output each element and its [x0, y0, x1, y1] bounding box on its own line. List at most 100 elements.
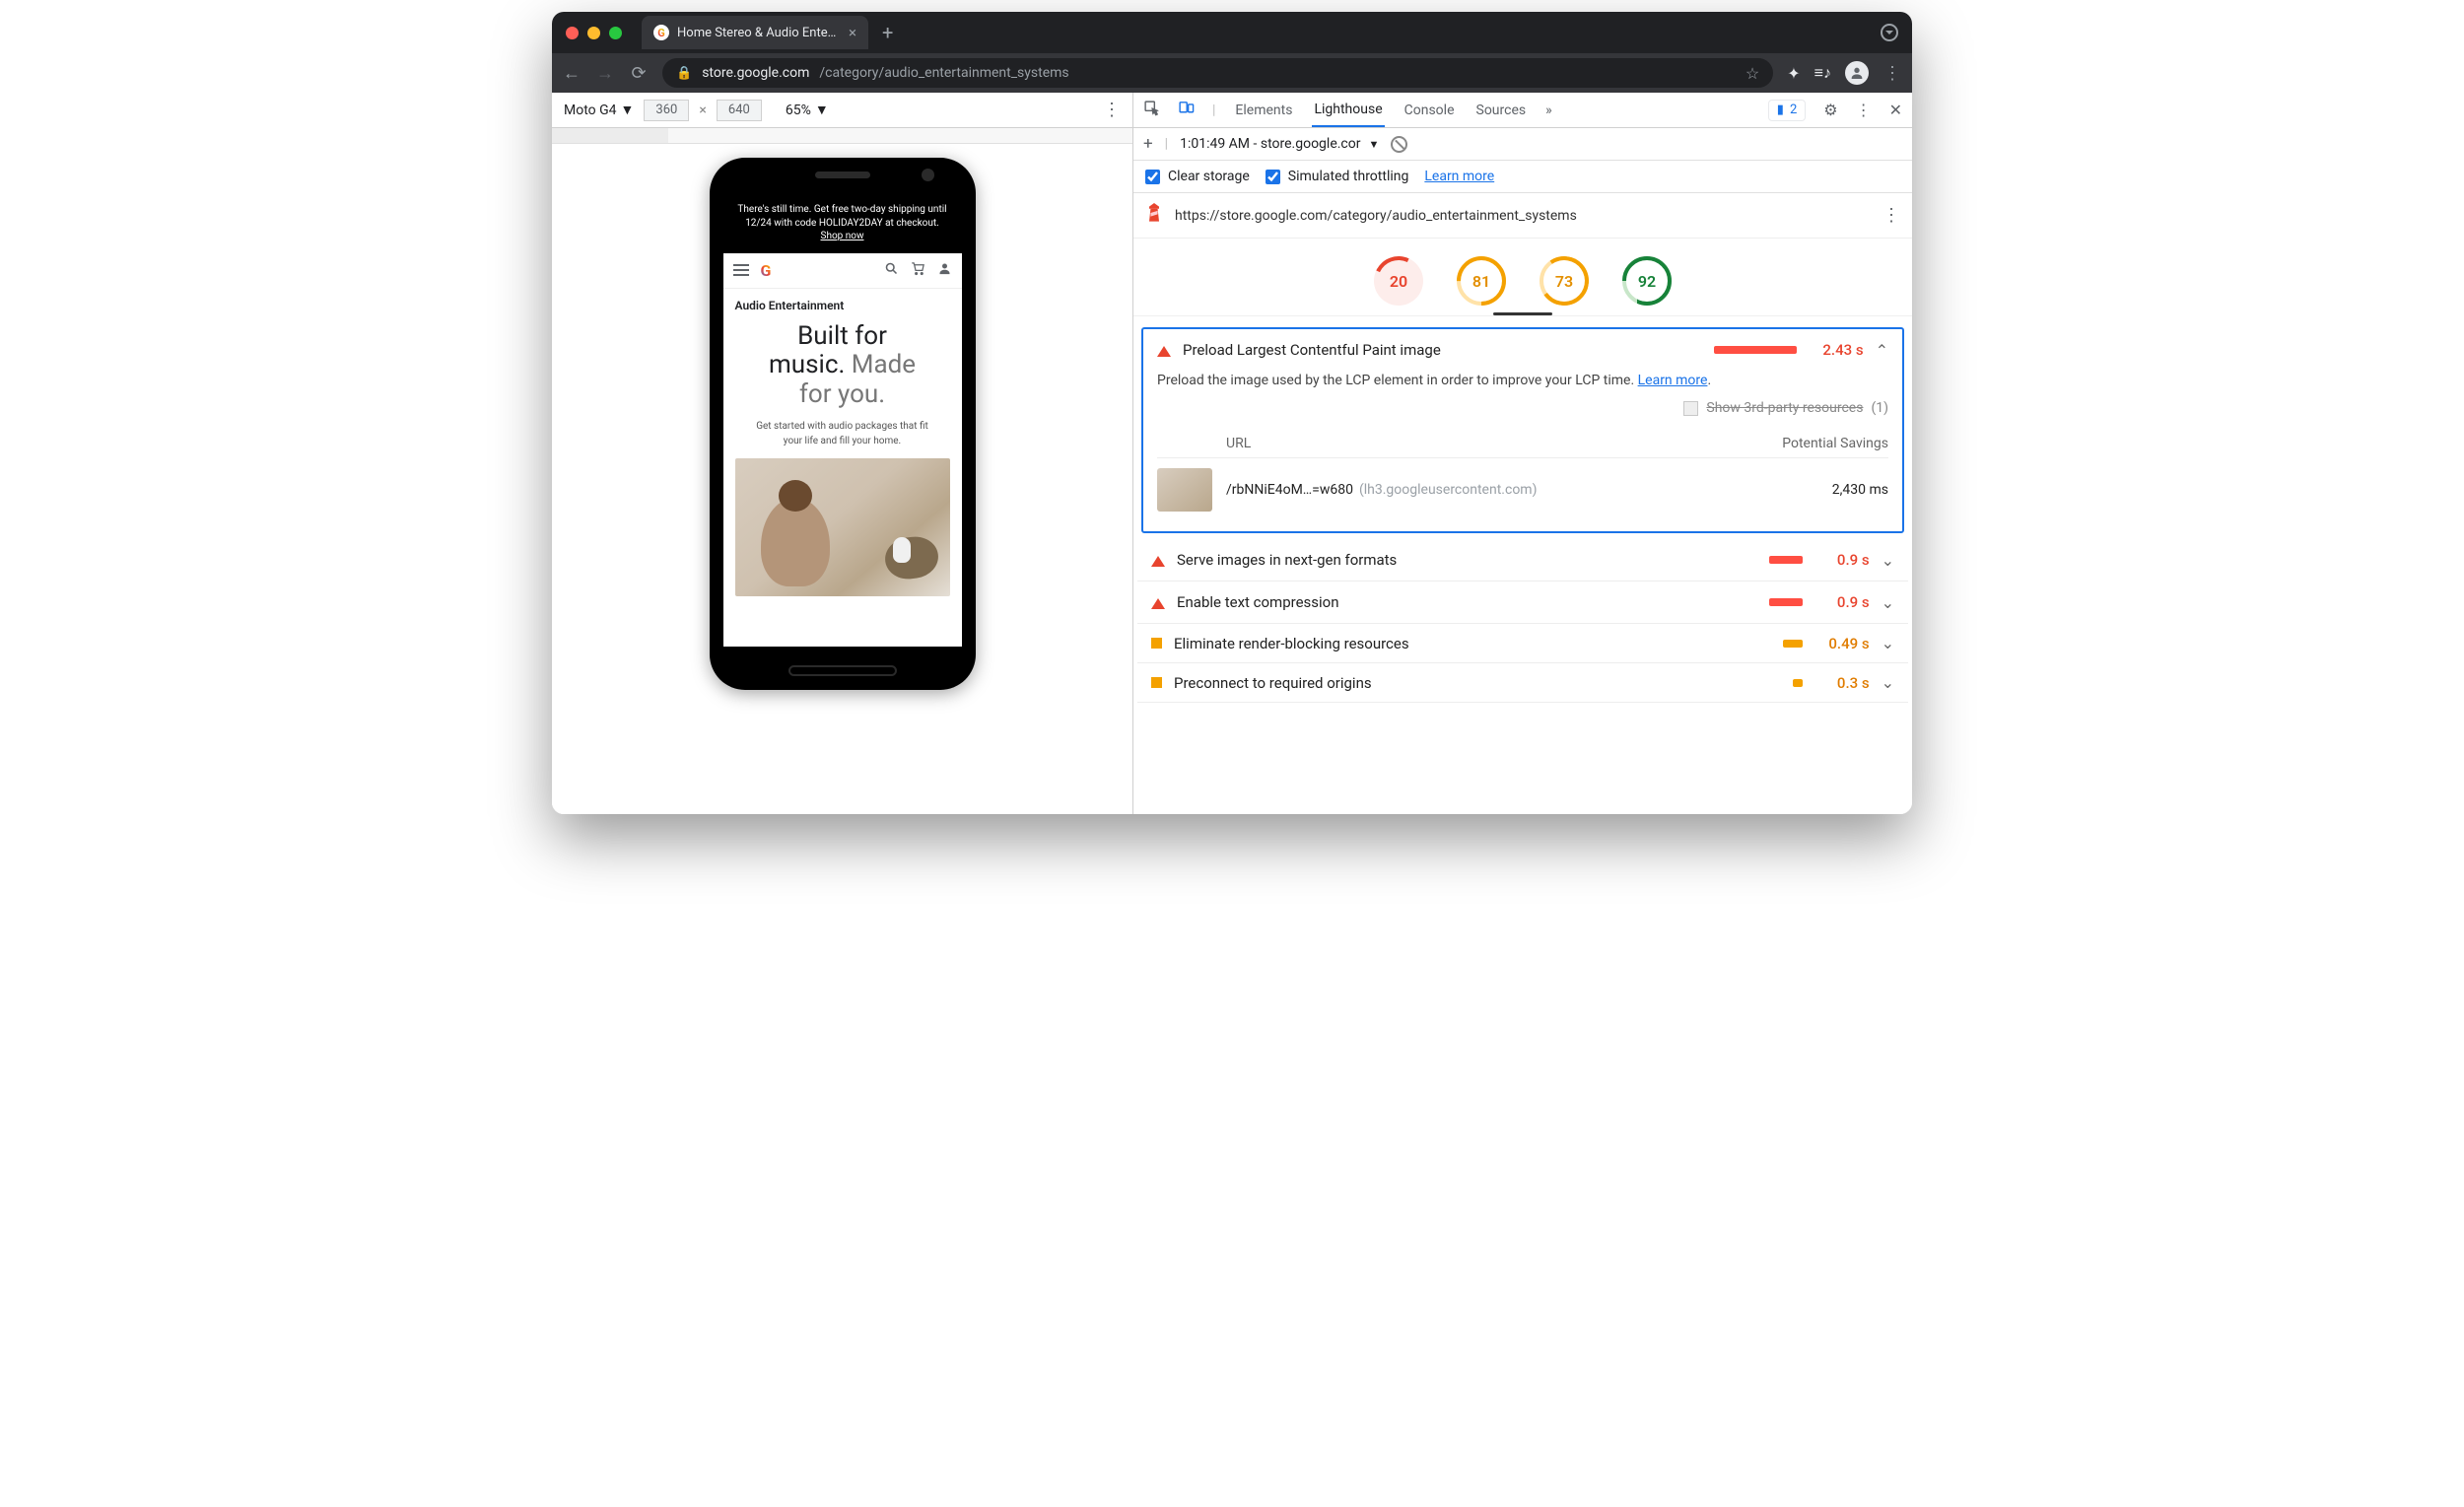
maximize-window-button[interactable]: [609, 27, 622, 39]
audit-time: 0.9 s: [1814, 551, 1870, 569]
main-split: Moto G4▼ × 65%▼ ⋮ There's still time. Ge…: [552, 93, 1912, 814]
settings-gear-icon[interactable]: ⚙: [1823, 101, 1837, 119]
lighthouse-options: Clear storage Simulated throttling Learn…: [1133, 161, 1912, 193]
score-seo[interactable]: 92: [1622, 256, 1672, 306]
phone-frame: There's still time. Get free two-day shi…: [710, 158, 976, 690]
new-report-icon[interactable]: +: [1143, 134, 1153, 154]
new-tab-button[interactable]: +: [882, 21, 893, 44]
close-tab-icon[interactable]: ×: [849, 24, 856, 41]
learn-more-link[interactable]: Learn more: [1638, 373, 1708, 388]
audits-list: Preload Largest Contentful Paint image 2…: [1133, 315, 1912, 814]
warning-square-icon: [1151, 677, 1162, 688]
warning-triangle-icon: [1151, 591, 1165, 609]
bookmark-icon[interactable]: ☆: [1745, 64, 1759, 83]
hamburger-icon[interactable]: [733, 264, 749, 276]
shop-now-link[interactable]: Shop now: [821, 231, 864, 241]
chevron-up-icon[interactable]: ⌃: [1876, 341, 1888, 360]
address-field[interactable]: 🔒 store.google.com/category/audio_entert…: [662, 58, 1773, 88]
window-controls: [566, 27, 622, 39]
device-panel: Moto G4▼ × 65%▼ ⋮ There's still time. Ge…: [552, 93, 1133, 814]
back-icon[interactable]: ←: [562, 63, 582, 84]
tab-sources[interactable]: Sources: [1474, 93, 1529, 127]
audit-item[interactable]: Eliminate render-blocking resources0.49 …: [1137, 624, 1908, 663]
learn-more-link[interactable]: Learn more: [1424, 169, 1494, 184]
close-window-button[interactable]: [566, 27, 579, 39]
profile-avatar[interactable]: [1845, 61, 1869, 85]
hero-image: [735, 458, 950, 596]
chevron-down-icon: ▼: [621, 102, 635, 118]
chevron-down-icon[interactable]: ⌄: [1882, 673, 1894, 692]
minimize-window-button[interactable]: [587, 27, 600, 39]
clear-icon[interactable]: [1391, 136, 1407, 153]
device-toggle-icon[interactable]: [1178, 100, 1195, 120]
device-select[interactable]: Moto G4▼: [564, 102, 634, 118]
zoom-select[interactable]: 65%▼: [786, 102, 829, 118]
devtools-panel: | Elements Lighthouse Console Sources » …: [1133, 93, 1912, 814]
store-topbar: G: [723, 253, 962, 289]
table-row: /rbNNiE4oM…=w680 (lh3.googleusercontent.…: [1157, 458, 1888, 521]
search-icon[interactable]: [884, 261, 899, 280]
width-input[interactable]: [644, 100, 689, 121]
savings-bar: [1714, 346, 1797, 354]
google-logo-icon[interactable]: G: [761, 261, 779, 279]
audit-title: Preload Largest Contentful Paint image: [1183, 341, 1702, 359]
report-menu-icon[interactable]: ⋮: [1882, 205, 1900, 226]
reload-icon[interactable]: ⟳: [629, 63, 649, 84]
chevron-down-icon[interactable]: ⌄: [1882, 593, 1894, 612]
extensions-icon[interactable]: ✦: [1787, 64, 1800, 83]
audit-time: 0.3 s: [1814, 674, 1870, 692]
height-input[interactable]: [717, 100, 762, 121]
score-performance[interactable]: 20: [1374, 256, 1423, 306]
phone-speaker: [815, 171, 870, 178]
browser-menu-icon[interactable]: ⋮: [1882, 63, 1902, 84]
inspect-icon[interactable]: [1143, 100, 1160, 120]
account-icon[interactable]: [937, 261, 952, 280]
tab-lighthouse[interactable]: Lighthouse: [1312, 93, 1384, 127]
audit-time: 0.49 s: [1814, 635, 1870, 652]
chevron-down-icon[interactable]: ⌄: [1882, 634, 1894, 652]
close-devtools-icon[interactable]: ✕: [1889, 101, 1902, 119]
tab-console[interactable]: Console: [1403, 93, 1457, 127]
audit-title: Enable text compression: [1177, 593, 1757, 611]
audit-title: Preconnect to required origins: [1174, 674, 1781, 692]
account-chevron-icon[interactable]: [1881, 24, 1898, 41]
phone-home-button[interactable]: [788, 665, 897, 676]
clear-storage-checkbox[interactable]: Clear storage: [1145, 169, 1250, 184]
throttling-checkbox[interactable]: Simulated throttling: [1266, 169, 1409, 184]
savings-bar: [1793, 679, 1803, 687]
audit-item[interactable]: Enable text compression0.9 s⌄: [1137, 582, 1908, 624]
page-title: Audio Entertainment: [735, 299, 950, 312]
tab-strip: G Home Stereo & Audio Entertain × +: [642, 16, 1881, 49]
issues-badge[interactable]: ▮2: [1768, 100, 1806, 121]
audit-item[interactable]: Preconnect to required origins 0.3 s ⌄: [1137, 663, 1908, 703]
third-party-toggle[interactable]: Show 3rd-party resources (1): [1157, 396, 1888, 430]
devtools-menu-icon[interactable]: ⋮: [1856, 101, 1872, 119]
tab-title: Home Stereo & Audio Entertain: [677, 26, 841, 40]
savings-bar: [1783, 640, 1803, 648]
resource-savings: 2,430 ms: [1832, 482, 1888, 498]
chevron-down-icon[interactable]: ⌄: [1882, 551, 1894, 570]
cart-icon[interactable]: [911, 261, 925, 280]
phone-screen: There's still time. Get free two-day shi…: [723, 193, 962, 647]
promo-banner: There's still time. Get free two-day shi…: [723, 193, 962, 253]
audit-preload-lcp[interactable]: Preload Largest Contentful Paint image 2…: [1141, 327, 1904, 533]
audit-title: Serve images in next-gen formats: [1177, 551, 1757, 569]
audit-item[interactable]: Serve images in next-gen formats 0.9 s ⌄: [1137, 539, 1908, 582]
warning-triangle-icon: [1157, 339, 1171, 357]
tab-favicon: G: [653, 25, 669, 40]
score-accessibility[interactable]: 81: [1457, 256, 1506, 306]
table-header: URL Potential Savings: [1157, 430, 1888, 458]
tab-elements[interactable]: Elements: [1233, 93, 1294, 127]
forward-icon[interactable]: →: [595, 63, 615, 84]
reading-list-icon[interactable]: ≡♪: [1814, 63, 1831, 83]
browser-tab[interactable]: G Home Stereo & Audio Entertain ×: [642, 16, 868, 49]
chevron-down-icon: ▼: [815, 102, 829, 118]
savings-bar: [1769, 598, 1803, 606]
more-tabs-icon[interactable]: »: [1545, 103, 1552, 118]
url-path: /category/audio_entertainment_systems: [819, 65, 1068, 81]
chevron-down-icon: ▼: [1369, 138, 1380, 151]
device-menu-icon[interactable]: ⋮: [1103, 100, 1121, 120]
score-best-practices[interactable]: 73: [1540, 256, 1589, 306]
hero-subtitle: Get started with audio packages that fit…: [735, 414, 950, 458]
report-select[interactable]: 1:01:49 AM - store.google.cor▼: [1180, 136, 1379, 152]
